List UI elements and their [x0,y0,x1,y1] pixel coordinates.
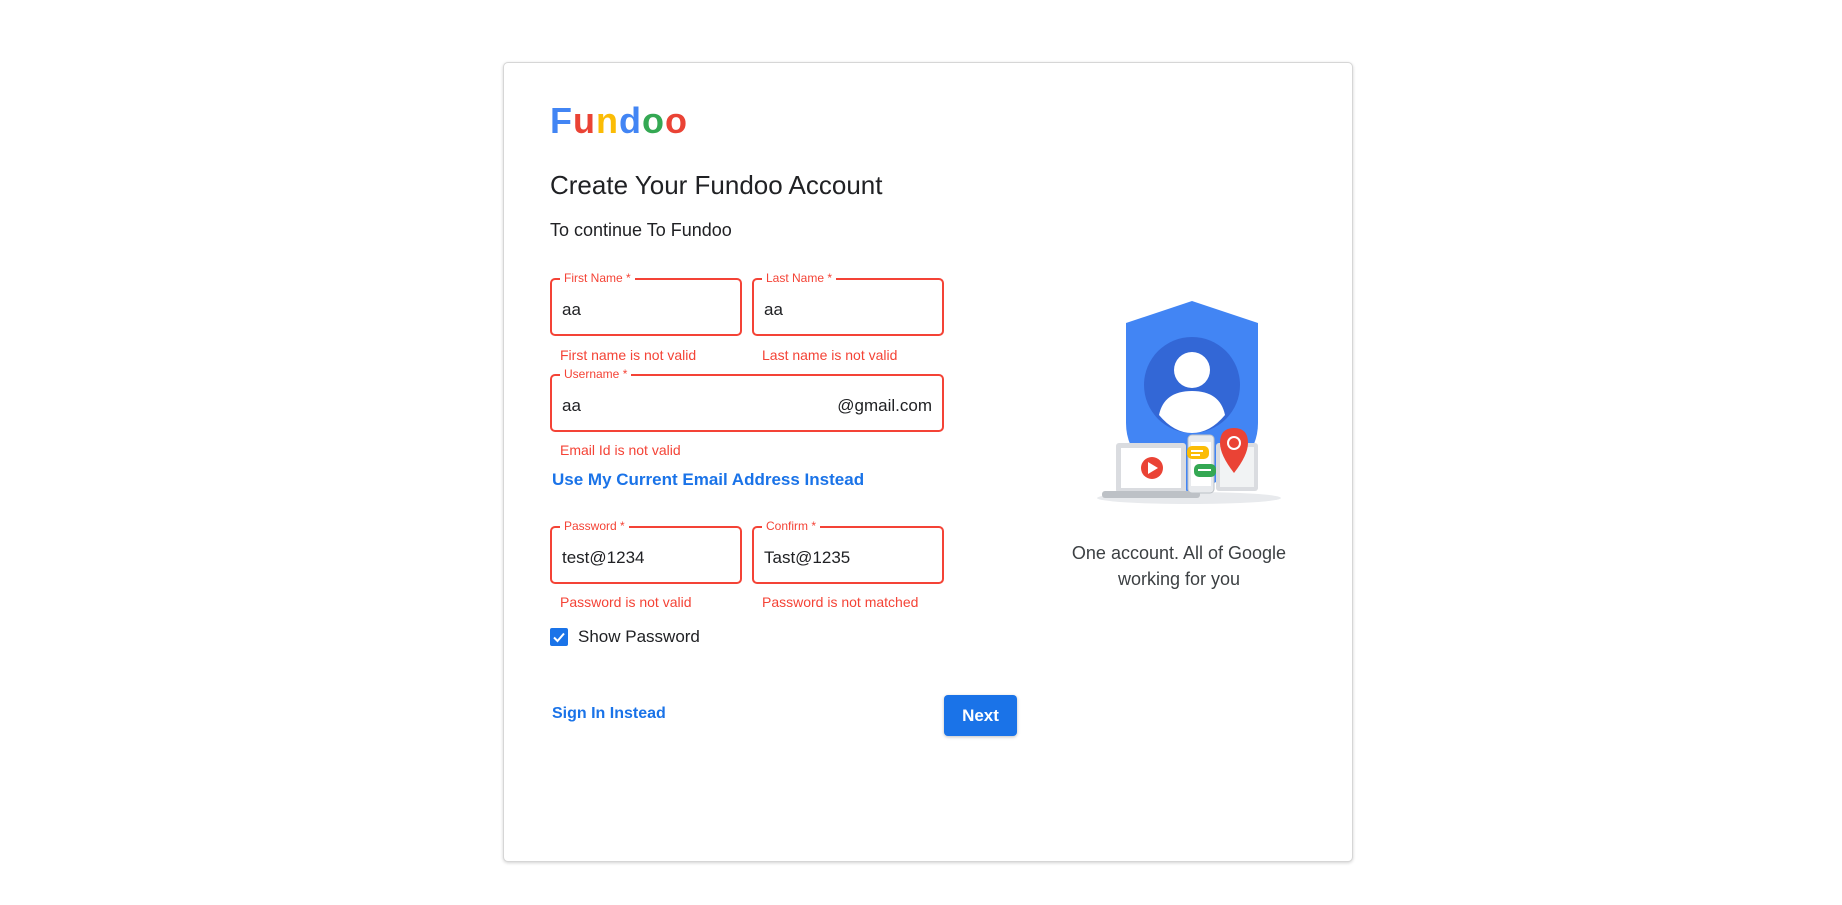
logo-letter: o [665,100,688,141]
google-account-shield-icon [1097,301,1281,504]
first-name-field[interactable]: First Name * [550,271,742,336]
logo-letter: o [642,100,665,141]
show-password-label: Show Password [578,627,700,646]
password-error: Password is not valid [560,594,692,610]
show-password-checkbox[interactable] [550,628,568,646]
password-input[interactable] [562,548,730,568]
sign-in-instead-link[interactable]: Sign In Instead [552,705,666,723]
email-domain-suffix: @gmail.com [837,396,932,415]
logo-letter: n [596,100,619,141]
last-name-input[interactable] [764,300,932,320]
username-field[interactable]: Username * @gmail.com [550,367,944,432]
first-name-error: First name is not valid [560,347,697,363]
fundoo-logo: Fundoo [550,103,688,139]
logo-letter: F [550,100,573,141]
confirm-password-label: Confirm * [762,519,821,533]
password-label: Password * [560,519,629,533]
confirm-password-error: Password is not matched [762,594,919,610]
username-error: Email Id is not valid [560,442,681,458]
first-name-label: First Name * [560,271,635,285]
account-illustration [1084,293,1294,523]
last-name-field[interactable]: Last Name * [752,271,944,336]
logo-letter: u [573,100,596,141]
last-name-error: Last name is not valid [762,347,898,363]
logo-letter: d [619,100,642,141]
page-subtitle: To continue To Fundoo [550,220,732,240]
signup-card: Fundoo Create Your Fundoo Account To con… [503,62,1353,862]
password-field[interactable]: Password * [550,519,742,584]
username-label: Username * [560,367,632,381]
username-input[interactable] [562,396,812,416]
page-title: Create Your Fundoo Account [550,170,883,200]
first-name-input[interactable] [562,300,730,320]
use-current-email-link[interactable]: Use My Current Email Address Instead [552,470,864,490]
side-tagline: One account. All of Google working for y… [1071,543,1287,589]
last-name-label: Last Name * [762,271,837,285]
check-icon [553,632,565,643]
confirm-password-input[interactable] [764,548,932,568]
show-password-row[interactable]: Show Password [550,627,700,647]
confirm-password-field[interactable]: Confirm * [752,519,944,584]
next-button[interactable]: Next [944,695,1017,736]
